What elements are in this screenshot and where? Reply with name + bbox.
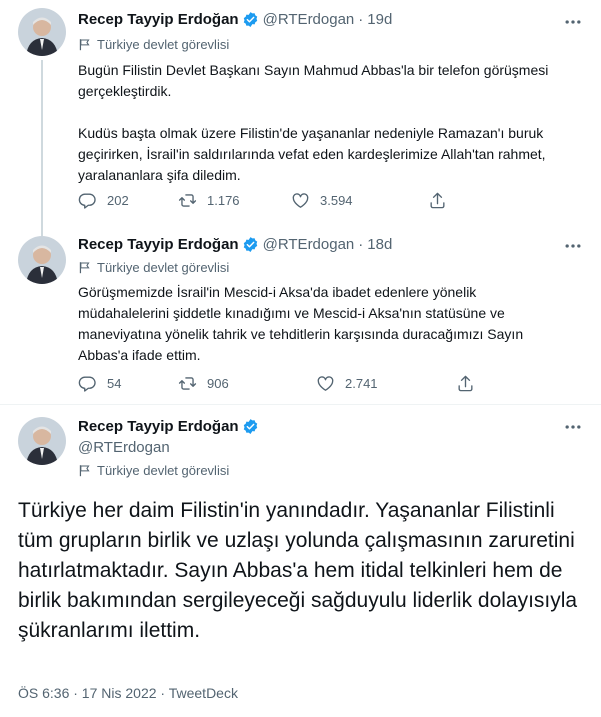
share-icon [430,192,445,209]
tweet-actions: 202 1.176 3.594 [78,191,447,210]
retweet-count: 1.176 [207,193,240,208]
like-count: 2.741 [345,376,378,391]
thread-line [41,60,43,228]
reply-count: 202 [107,193,129,208]
flag-icon [79,465,90,477]
avatar-image [18,8,66,56]
reply-count: 54 [107,376,122,391]
account-label: Türkiye devlet görevlisi [78,260,229,275]
tweet-time[interactable]: 18d [367,236,392,253]
tweet-2[interactable]: Recep Tayyip Erdoğan @RTErdogan · 18d Tü… [0,228,601,404]
reply-button[interactable]: 54 [78,374,178,393]
avatar[interactable] [18,8,66,56]
share-button[interactable] [456,374,475,393]
tweet-time[interactable]: 19d [367,11,392,28]
avatar[interactable] [18,236,66,284]
avatar-image [18,417,66,465]
reply-icon [78,376,96,392]
account-label-text: Türkiye devlet görevlisi [97,37,230,52]
more-icon[interactable] [563,12,583,32]
more-icon[interactable] [563,417,583,437]
flag-icon [79,39,90,51]
tweet-text: Görüşmemizde İsrail'in Mescid-i Aksa'da … [78,284,524,363]
flag-icon [79,262,90,274]
retweet-icon [178,194,197,207]
author-name[interactable]: Recep Tayyip Erdoğan [78,11,239,28]
verified-icon [243,237,257,252]
author-handle[interactable]: @RTErdogan [263,11,355,28]
reply-icon [78,193,96,209]
account-label: Türkiye devlet görevlisi [78,37,229,52]
retweet-button[interactable]: 906 [178,374,316,393]
share-icon [458,375,473,392]
tweet-header: Recep Tayyip Erdoğan @RTErdogan · 18d [78,236,392,253]
retweet-count: 906 [207,376,229,391]
verified-icon [243,12,257,27]
separator-dot: · [358,11,364,28]
tweet-text: Bugün Filistin Devlet Başkanı Sayın Mahm… [78,62,549,183]
retweet-button[interactable]: 1.176 [178,191,291,210]
like-icon [317,376,334,391]
author-name[interactable]: Recep Tayyip Erdoğan [78,418,239,435]
more-icon[interactable] [563,236,583,256]
avatar-image [18,236,66,284]
tweet-meta[interactable]: ÖS 6:36 · 17 Nis 2022 · TweetDeck [18,685,238,701]
tweet-3-focused[interactable]: Recep Tayyip Erdoğan @RTErdogan Türkiye … [0,404,601,717]
tweet-header: Recep Tayyip Erdoğan [78,418,263,435]
share-button[interactable] [428,191,447,210]
tweet-1[interactable]: Recep Tayyip Erdoğan @RTErdogan · 19d Tü… [0,0,601,228]
account-label-text: Türkiye devlet görevlisi [97,463,230,478]
author-handle[interactable]: @RTErdogan [263,236,355,253]
tweet-actions: 54 906 2.741 [78,374,475,393]
handle-row: @RTErdogan [78,439,170,456]
account-label: Türkiye devlet görevlisi [78,463,229,478]
like-button[interactable]: 2.741 [316,374,456,393]
separator-dot: · [358,236,364,253]
like-button[interactable]: 3.594 [291,191,428,210]
reply-button[interactable]: 202 [78,191,178,210]
author-name[interactable]: Recep Tayyip Erdoğan [78,236,239,253]
verified-icon [243,419,257,434]
avatar[interactable] [18,417,66,465]
author-handle[interactable]: @RTErdogan [78,439,170,456]
like-count: 3.594 [320,193,353,208]
account-label-text: Türkiye devlet görevlisi [97,260,230,275]
tweet-header: Recep Tayyip Erdoğan @RTErdogan · 19d [78,11,392,28]
like-icon [292,193,309,208]
thread-line [41,228,43,236]
retweet-icon [178,377,197,390]
tweet-text: Türkiye her daim Filistin'in yanındadır.… [18,499,578,642]
